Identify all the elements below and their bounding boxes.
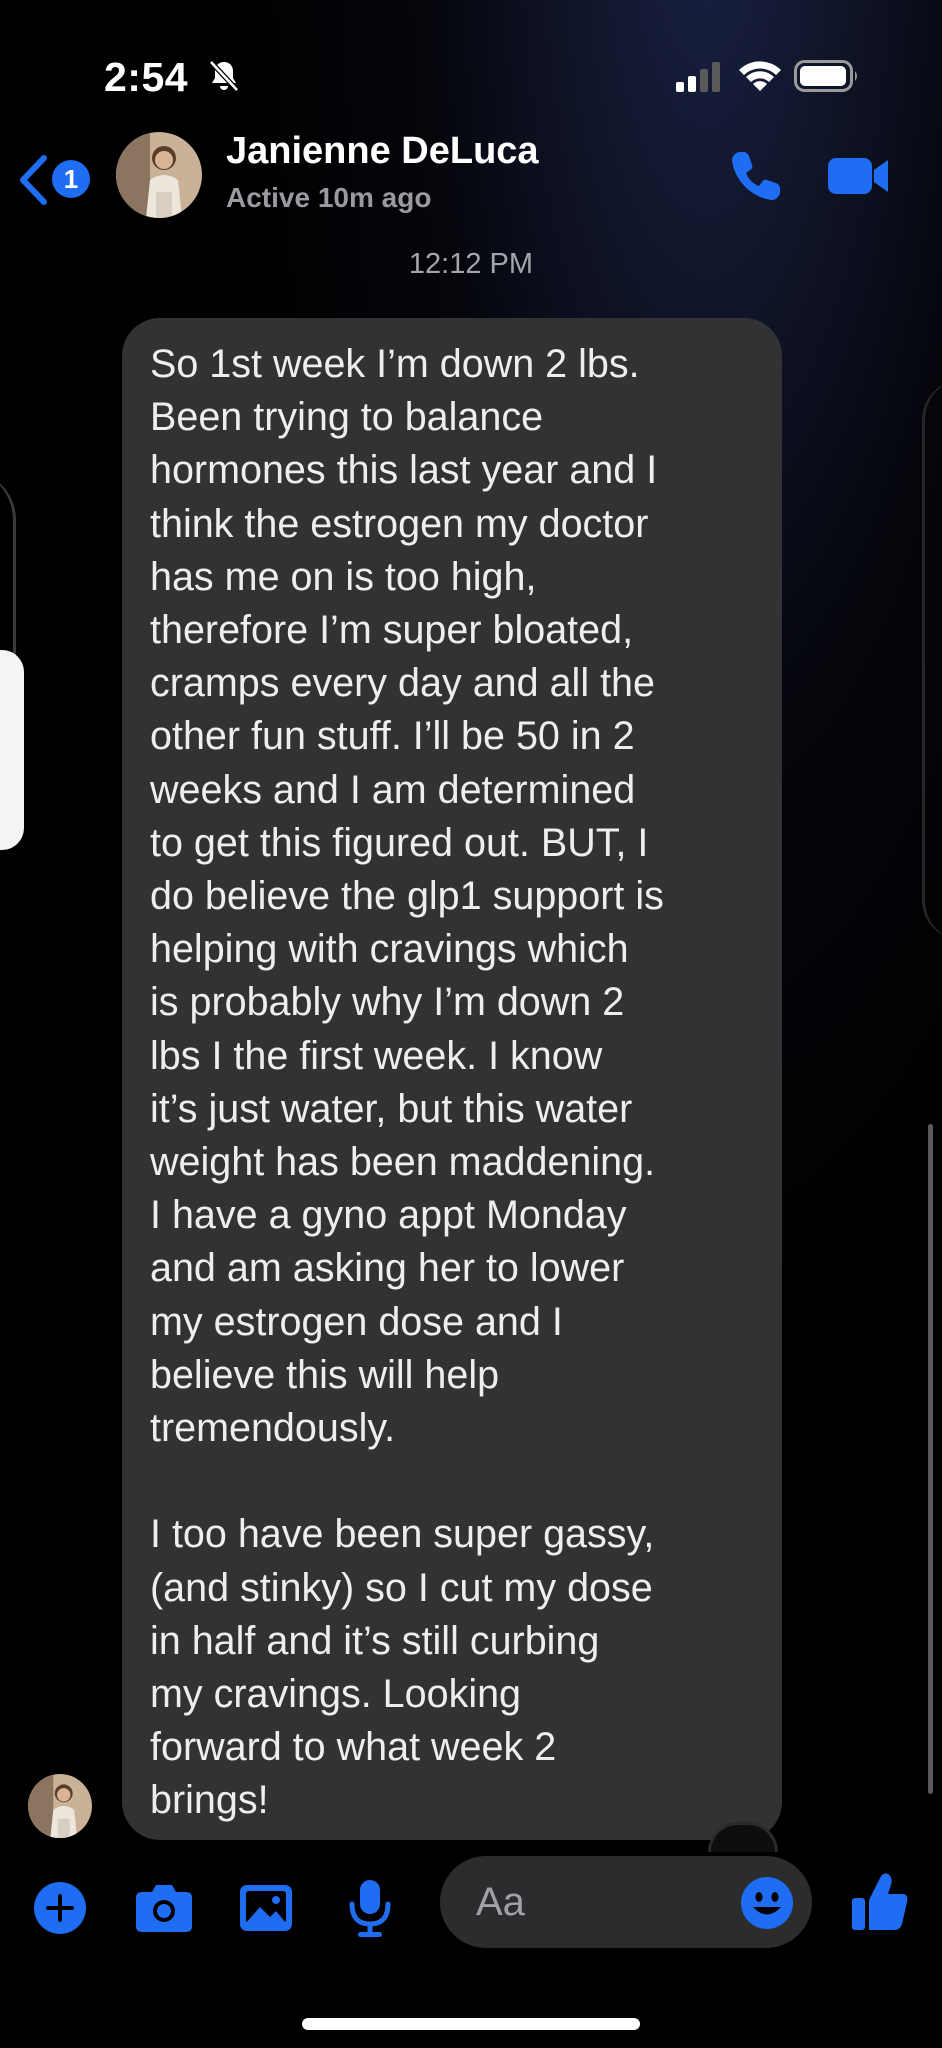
avatar-photo-image	[116, 132, 202, 218]
like-button[interactable]	[850, 1870, 910, 1934]
active-status: Active 10m ago	[226, 182, 432, 213]
camera-button[interactable]	[132, 1876, 196, 1940]
image-icon	[240, 1885, 292, 1931]
scrollbar[interactable]	[928, 1124, 933, 1794]
more-actions-button[interactable]	[28, 1876, 92, 1940]
unread-count-badge: 1	[52, 160, 90, 198]
wifi-icon	[739, 61, 781, 91]
contact-avatar[interactable]	[116, 132, 202, 218]
thumbs-up-icon	[852, 1873, 908, 1930]
back-chevron-icon	[20, 155, 47, 205]
message-timestamp: 12:12 PM	[408, 248, 534, 280]
home-indicator[interactable]	[302, 2018, 640, 2030]
voice-message-button[interactable]	[338, 1876, 402, 1940]
gallery-button[interactable]	[234, 1876, 298, 1940]
back-button[interactable]: 1	[18, 152, 98, 208]
phone-icon	[732, 152, 780, 200]
background-edge-curve-right	[922, 380, 942, 940]
battery-icon	[794, 60, 857, 92]
background-edge-card	[0, 650, 24, 850]
voice-call-button[interactable]	[726, 146, 786, 206]
incoming-message-bubble[interactable]: So 1st week I’m down 2 lbs. Been trying …	[122, 318, 782, 1840]
plus-icon	[34, 1882, 86, 1934]
video-call-button[interactable]	[826, 152, 892, 200]
contact-name[interactable]: Janienne DeLuca	[226, 130, 539, 173]
status-time: 2:54	[104, 54, 189, 100]
message-composer	[0, 1856, 942, 1976]
microphone-icon	[349, 1880, 391, 1937]
chat-header: 1 Janienne DeLuca Active 10m ago	[0, 120, 942, 230]
video-camera-icon	[828, 158, 888, 194]
camera-icon	[136, 1885, 192, 1932]
messenger-chat-screen: 2:54 1 Janienne DeLuca Active 10m ago 12…	[0, 0, 942, 2048]
bell-slash-icon	[209, 60, 239, 92]
emoji-button[interactable]	[740, 1876, 794, 1930]
signal-icon	[676, 62, 720, 92]
emoji-icon	[741, 1877, 793, 1929]
message-text: So 1st week I’m down 2 lbs. Been trying …	[150, 342, 664, 1823]
avatar-photo-image	[28, 1774, 92, 1838]
sender-avatar[interactable]	[28, 1774, 92, 1838]
